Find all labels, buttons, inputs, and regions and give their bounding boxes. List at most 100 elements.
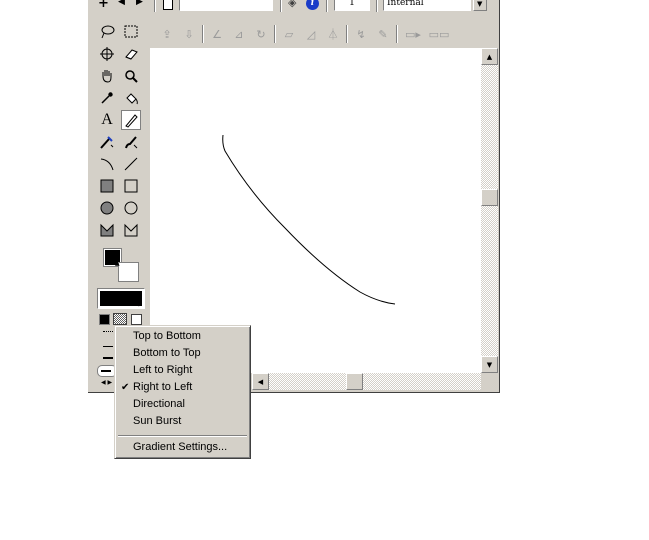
text-tool[interactable]: A xyxy=(97,110,117,130)
filled-ellipse-tool[interactable] xyxy=(97,198,117,218)
line-style-thin[interactable] xyxy=(103,346,113,347)
menu-item-gradient-settings[interactable]: Gradient Settings... xyxy=(117,439,248,456)
edit-points-icon[interactable]: ✎ xyxy=(374,25,392,43)
scroll-up-button[interactable]: ▲ xyxy=(481,48,498,65)
rotate-icon[interactable]: ↻ xyxy=(252,25,270,43)
line-icon xyxy=(123,156,139,172)
ellipse-tool[interactable] xyxy=(121,198,141,218)
menu-item-left-to-right[interactable]: Left to Right xyxy=(117,362,248,379)
brush-icon xyxy=(123,134,139,150)
pencil-tool[interactable] xyxy=(121,110,141,130)
add-icon[interactable]: + xyxy=(98,0,109,11)
frame-number-field[interactable]: 1 xyxy=(334,0,370,11)
perspective-icon[interactable]: ⏃ xyxy=(324,25,342,43)
filled-envelope-tool[interactable] xyxy=(97,220,117,240)
menu-item-sun-burst[interactable]: Sun Burst xyxy=(117,413,248,430)
rectangle-icon xyxy=(123,178,139,194)
gradient-context-menu: Top to Bottom Bottom to Top Left to Righ… xyxy=(114,325,251,459)
filled-rectangle-icon xyxy=(99,178,115,194)
arrow-right-icon[interactable]: ▶ xyxy=(136,0,143,7)
gradient-fill-button[interactable] xyxy=(113,313,127,325)
horizontal-scrollbar[interactable]: ◀ xyxy=(252,373,481,390)
send-backward-icon[interactable]: ⇩ xyxy=(180,25,198,43)
menu-separator xyxy=(118,435,247,437)
no-fill-button[interactable] xyxy=(131,314,142,325)
rotate-right-icon[interactable]: ⊿ xyxy=(230,25,248,43)
line-tool[interactable] xyxy=(121,154,141,174)
arrow-up-icon: ▲ xyxy=(486,52,493,61)
crosshair-tool[interactable] xyxy=(97,44,117,64)
lasso-tool[interactable] xyxy=(97,22,117,42)
menu-item-top-to-bottom[interactable]: Top to Bottom xyxy=(117,328,248,345)
vertical-scrollbar[interactable]: ▲ ▼ xyxy=(481,48,498,373)
curve-tool[interactable] xyxy=(97,154,117,174)
marquee-icon xyxy=(123,24,139,40)
menu-item-bottom-to-top[interactable]: Bottom to Top xyxy=(117,345,248,362)
scroll-down-button[interactable]: ▼ xyxy=(481,356,498,373)
align-right-icon[interactable]: ▭▭ xyxy=(428,25,450,43)
info-icon[interactable]: i xyxy=(306,0,319,10)
menu-item-label: Top to Bottom xyxy=(133,330,201,342)
brush-tool[interactable] xyxy=(121,132,141,152)
solid-fill-button[interactable] xyxy=(99,314,110,325)
hand-tool[interactable] xyxy=(97,66,117,86)
layers-icon[interactable]: ◈ xyxy=(288,0,296,9)
paint-bucket-tool[interactable] xyxy=(121,88,141,108)
arrow-down-icon: ▼ xyxy=(486,360,493,369)
menu-item-directional[interactable]: Directional xyxy=(117,396,248,413)
freehand-stroke xyxy=(222,134,396,305)
lasso-icon xyxy=(99,24,115,40)
menu-item-label: Right to Left xyxy=(133,381,193,393)
chevron-down-icon: ▼ xyxy=(477,0,483,8)
canvas-toolbar: ⇪ ⇩ ∠ ⊿ ↻ ▱ ◿ ⏃ ↯ ✎ ▭▸ ▭▭ xyxy=(150,20,500,48)
swap-colors-icon[interactable]: ▲ xyxy=(115,261,120,267)
crosshair-icon xyxy=(99,46,115,62)
menu-item-right-to-left[interactable]: ✔ Right to Left xyxy=(117,379,248,396)
vertical-scroll-thumb[interactable] xyxy=(481,189,498,206)
menu-item-label: Gradient Settings... xyxy=(133,441,228,453)
distort-icon[interactable]: ◿ xyxy=(302,25,320,43)
pen-icon xyxy=(99,134,115,150)
zoom-tool[interactable] xyxy=(121,66,141,86)
envelope-icon xyxy=(123,222,139,238)
eraser-tool[interactable] xyxy=(121,44,141,64)
scroll-corner xyxy=(481,373,498,390)
bring-forward-icon[interactable]: ⇪ xyxy=(158,25,176,43)
filled-ellipse-icon xyxy=(99,200,115,216)
line-style-medium[interactable] xyxy=(103,357,113,359)
line-width-arrows-icon[interactable]: ◀ ▶ xyxy=(101,379,112,386)
envelope-tool[interactable] xyxy=(121,220,141,240)
pen-tool[interactable] xyxy=(97,132,117,152)
page-icon[interactable] xyxy=(163,0,173,10)
quality-dropdown-button[interactable]: ▼ xyxy=(473,0,487,11)
text-icon: A xyxy=(101,111,113,128)
eyedropper-tool[interactable] xyxy=(97,88,117,108)
ellipse-icon xyxy=(123,200,139,216)
menu-item-label: Left to Right xyxy=(133,364,193,376)
fill-color xyxy=(100,291,142,306)
magnifier-icon xyxy=(123,68,139,84)
quality-select[interactable]: Internal xyxy=(383,0,471,11)
reshape-icon[interactable]: ↯ xyxy=(352,25,370,43)
line-style-dotted[interactable] xyxy=(103,331,113,332)
paint-bucket-icon xyxy=(123,90,139,106)
eraser-icon xyxy=(123,46,139,62)
fill-dropdown-icon[interactable]: ▼ xyxy=(137,302,141,308)
horizontal-scroll-thumb[interactable] xyxy=(346,373,363,390)
marquee-tool[interactable] xyxy=(121,22,141,42)
arrow-left-icon[interactable]: ◀ xyxy=(118,0,125,7)
rectangle-tool[interactable] xyxy=(121,176,141,196)
blank-field[interactable] xyxy=(179,0,273,11)
menu-item-label: Bottom to Top xyxy=(133,347,201,359)
menu-item-label: Directional xyxy=(133,398,185,410)
scroll-left-button[interactable]: ◀ xyxy=(252,373,269,390)
skew-icon[interactable]: ▱ xyxy=(280,25,298,43)
curve-icon xyxy=(99,156,115,172)
filled-envelope-icon xyxy=(99,222,115,238)
pencil-icon xyxy=(123,112,139,128)
checkmark-icon: ✔ xyxy=(121,382,130,393)
align-left-icon[interactable]: ▭▸ xyxy=(402,25,424,43)
background-color-swatch[interactable] xyxy=(118,262,139,282)
filled-rectangle-tool[interactable] xyxy=(97,176,117,196)
rotate-left-icon[interactable]: ∠ xyxy=(208,25,226,43)
